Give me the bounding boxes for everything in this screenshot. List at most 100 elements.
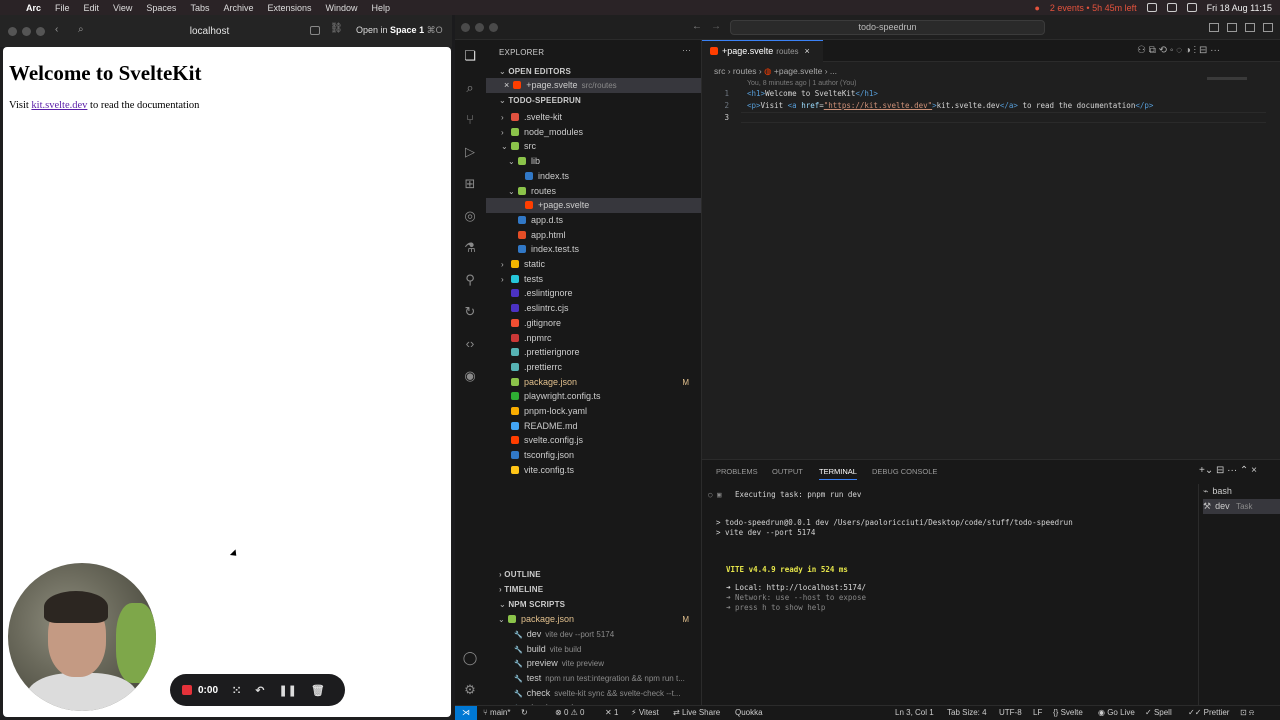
problems-count[interactable]: ⊗ 0 ⚠ 0 [555, 706, 584, 720]
tree-item[interactable]: index.ts [486, 169, 701, 184]
eol[interactable]: LF [1033, 706, 1042, 720]
code-line-2[interactable]: <p>Visit <a href="https://kit.svelte.dev… [747, 101, 1153, 110]
toggle-sidebar-icon[interactable] [1209, 23, 1219, 32]
tab-output[interactable]: OUTPUT [772, 467, 803, 476]
tree-item[interactable]: .npmrc [486, 331, 701, 346]
breadcrumb-file[interactable]: ◍ +page.svelte [764, 66, 822, 76]
nav-forward-icon[interactable]: → [711, 21, 721, 32]
tree-item[interactable]: pnpm-lock.yaml [486, 404, 701, 419]
back-arrow-icon[interactable]: ‹ [55, 24, 58, 35]
tree-item[interactable]: +page.svelte [486, 198, 701, 214]
encoding[interactable]: UTF-8 [999, 706, 1022, 720]
tree-item[interactable]: ⌄ src [486, 139, 701, 154]
sync-icon[interactable]: ↻ [521, 706, 528, 720]
pause-icon[interactable]: ❚❚ [278, 684, 296, 697]
close-icon[interactable]: × [504, 80, 509, 90]
tree-item[interactable]: playwright.config.ts [486, 389, 701, 404]
menu-edit[interactable]: Edit [84, 3, 100, 13]
npm-package-item[interactable]: ⌄ package.json M [486, 612, 701, 627]
breadcrumb-src[interactable]: src [714, 66, 725, 76]
menubar-datetime[interactable]: Fri 18 Aug 11:15 [1207, 3, 1272, 13]
npm-script-item[interactable]: 🔧 check svelte-kit sync && svelte-check --… [486, 686, 701, 701]
tree-item[interactable]: app.html [486, 228, 701, 243]
run-debug-icon[interactable]: ▷ [462, 144, 478, 160]
remote-explorer-icon[interactable]: ◎ [462, 208, 478, 224]
tree-item[interactable]: .prettierrc [486, 360, 701, 375]
toggle-secondary-sidebar-icon[interactable] [1245, 23, 1255, 32]
open-in-space-button[interactable]: Open in Space 1 ⌘O [356, 25, 443, 36]
webcam-bubble[interactable] [8, 563, 156, 711]
npm-script-item[interactable]: 🔧 build vite build [486, 642, 701, 657]
tree-item[interactable]: ⌄ lib [486, 154, 701, 169]
grid-icon[interactable]: ⁙ [232, 684, 241, 697]
new-terminal-icon[interactable]: +⌄ ⊟ ··· ⌃ × [1199, 465, 1257, 476]
terminal-link[interactable]: ➜ Local: http://localhost:5174/ [726, 583, 866, 592]
tab-debug-console[interactable]: DEBUG CONSOLE [872, 467, 937, 476]
svelte-docs-link[interactable]: kit.svelte.dev [31, 100, 87, 111]
menu-window[interactable]: Window [326, 3, 358, 13]
flask-icon[interactable]: ⚲ [462, 272, 478, 288]
wifi-icon[interactable] [1166, 3, 1177, 12]
battery-icon[interactable] [1146, 3, 1157, 12]
explorer-icon[interactable]: ❏ [462, 48, 478, 64]
record-status-icon[interactable]: ● [1034, 3, 1039, 13]
npm-script-item[interactable]: 🔧 dev vite dev --port 5174 [486, 627, 701, 642]
prettier-status[interactable]: ✓✓ Prettier [1188, 706, 1229, 720]
menu-arc[interactable]: Arc [26, 3, 41, 13]
tree-item[interactable]: index.test.ts [486, 242, 701, 257]
account-icon[interactable]: ◯ [462, 650, 478, 666]
tree-item[interactable]: svelte.config.js [486, 433, 701, 448]
calendar-events[interactable]: 2 events • 5h 45m left [1050, 3, 1137, 13]
vscode-minimize-button[interactable] [475, 23, 484, 32]
editor-actions-icon[interactable]: ⚇ ⧉ ⟲ ◦ ◌ ◑ ⫶ ⊟ ··· [1137, 45, 1220, 56]
command-center-search[interactable]: todo-speedrun [730, 20, 1045, 35]
tab-problems[interactable]: PROBLEMS [716, 467, 758, 476]
breadcrumb-symbol[interactable]: ... [830, 66, 837, 76]
tree-item[interactable]: › .svelte-kit [486, 110, 701, 125]
tab-size[interactable]: Tab Size: 4 [947, 706, 987, 720]
outline-header[interactable]: › OUTLINE [499, 570, 541, 579]
tree-item[interactable]: README.md [486, 419, 701, 434]
info-count[interactable]: ✕ 1 [605, 706, 618, 720]
more-actions-icon[interactable]: ··· [682, 45, 691, 55]
tree-item[interactable]: .prettierignore [486, 345, 701, 360]
toggle-panel-icon[interactable] [1227, 23, 1237, 32]
code-line-1[interactable]: <h1>Welcome to SvelteKit</h1> [747, 89, 878, 98]
tree-item[interactable]: app.d.ts [486, 213, 701, 228]
menu-tabs[interactable]: Tabs [190, 3, 209, 13]
close-tab-icon[interactable]: × [805, 46, 810, 56]
copy-link-icon[interactable]: ⛓ [330, 23, 343, 34]
menu-spaces[interactable]: Spaces [146, 3, 176, 13]
source-control-icon[interactable]: ⑂ [462, 112, 478, 128]
extensions-icon[interactable]: ⊞ [462, 176, 478, 192]
remote-indicator-icon[interactable]: ⋊ [455, 706, 477, 720]
tab-page-svelte[interactable]: +page.svelte routes × [702, 40, 823, 62]
tab-terminal[interactable]: TERMINAL [819, 467, 857, 480]
terminal-item-bash[interactable]: ⌁ bash [1203, 484, 1280, 499]
menu-view[interactable]: View [113, 3, 132, 13]
control-center-icon[interactable] [1186, 3, 1197, 12]
terminal-item-dev[interactable]: ⚒ dev Task [1203, 499, 1280, 514]
menu-archive[interactable]: Archive [223, 3, 253, 13]
notifications-icon[interactable]: ⊡ ⍾ [1240, 706, 1254, 720]
nav-back-icon[interactable]: ← [692, 21, 702, 32]
language-mode[interactable]: {} Svelte [1053, 706, 1083, 720]
vscode-zoom-button[interactable] [489, 23, 498, 32]
project-folder-header[interactable]: ⌄ TODO-SPEEDRUN [499, 96, 581, 105]
stop-record-button[interactable] [182, 685, 192, 695]
go-live-button[interactable]: ◉ Go Live [1098, 706, 1135, 720]
tree-item[interactable]: .gitignore [486, 316, 701, 331]
window-minimize-button[interactable] [22, 27, 31, 36]
tree-item[interactable]: vite.config.ts [486, 463, 701, 478]
tree-item[interactable]: .eslintrc.cjs [486, 301, 701, 316]
tree-item[interactable]: package.json M [486, 375, 701, 390]
undo-icon[interactable]: ↶ [255, 684, 264, 697]
open-editor-item[interactable]: × +page.svelte src/routes [486, 78, 701, 93]
cursor-position[interactable]: Ln 3, Col 1 [895, 706, 934, 720]
spell-status[interactable]: ✓ Spell [1145, 706, 1172, 720]
sidebar-toggle-icon[interactable] [310, 26, 320, 35]
minimap[interactable] [1207, 77, 1247, 80]
quokka-status[interactable]: Quokka [735, 706, 763, 720]
settings-gear-icon[interactable]: ⚙ [462, 682, 478, 698]
window-close-button[interactable] [8, 27, 17, 36]
